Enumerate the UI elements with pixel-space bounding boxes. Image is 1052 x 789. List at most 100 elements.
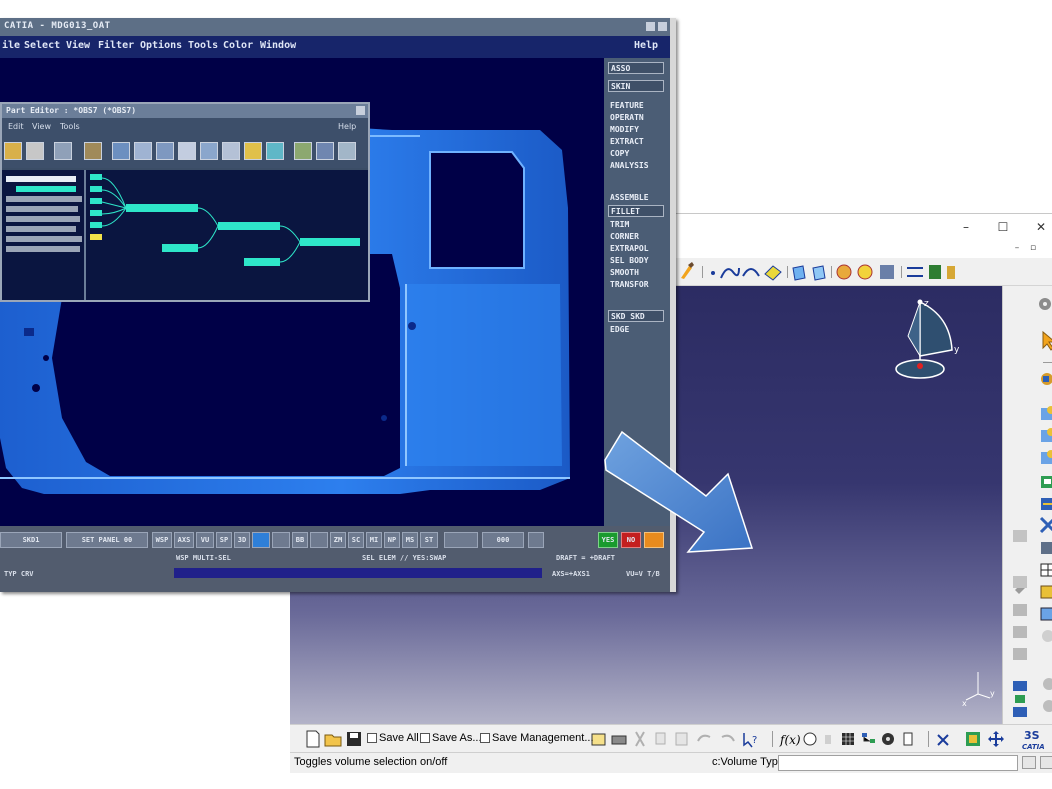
rp-extrapol-button[interactable]: EXTRAPOL [608,243,664,255]
pe-tool-6-icon[interactable] [222,142,240,160]
v4-bb-button[interactable]: BB [292,532,308,548]
rp-assemble-button[interactable]: ASSEMBLE [608,192,664,204]
extrude-icon[interactable] [792,265,806,281]
rp-fillet-button[interactable]: FILLET [608,205,664,217]
hole-icon[interactable] [1041,428,1052,442]
rotate-gray-icon[interactable] [1043,678,1052,690]
v4-ms-button[interactable]: MS [402,532,418,548]
save-management-button[interactable]: Save Management... [492,732,594,744]
catalog-icon[interactable] [1042,630,1052,642]
join-icon[interactable] [836,264,852,280]
maximize-button[interactable]: ☐ [990,217,1016,237]
v4-orange-button[interactable] [644,532,664,548]
status-button-2[interactable] [1040,756,1052,769]
rp-transfor-button[interactable]: TRANSFOR [608,279,664,291]
rib-gray-icon[interactable] [1013,648,1027,660]
surface-icon[interactable] [764,265,782,281]
pe-menu-edit[interactable]: Edit [8,122,24,131]
print-preview-icon[interactable] [591,733,606,746]
fly-mode-icon[interactable] [937,734,949,746]
comment-icon[interactable] [803,732,817,746]
v4-minimize-button[interactable] [646,22,655,31]
menu-help[interactable]: Help [634,40,658,51]
paste-icon[interactable] [675,732,688,746]
v4-set-panel-button[interactable]: SET PANEL 00 [66,532,148,548]
analysis-icon[interactable] [929,265,941,279]
pan-icon[interactable] [988,731,1004,747]
compass-icon[interactable] [895,299,953,379]
save-all-checkbox[interactable] [367,733,377,743]
redo-icon[interactable] [721,734,735,742]
reorder-icon[interactable] [903,732,913,746]
status-button-1[interactable] [1022,756,1036,769]
menu-options[interactable]: Options [140,40,182,51]
v4-mi-button[interactable]: MI [366,532,382,548]
save-all-button[interactable]: Save All [379,732,419,744]
knowledge-icon[interactable] [1040,607,1052,621]
sweep-gray-icon[interactable] [1013,604,1027,616]
ruler-icon[interactable] [947,266,955,279]
loft-gray-icon[interactable] [1013,626,1027,638]
rp-operatn-button[interactable]: OPERATN [608,112,664,124]
v4-move-icon[interactable] [252,532,270,548]
menu-tools[interactable]: Tools [188,40,218,51]
v4-maximize-button[interactable] [658,22,667,31]
gear-icon[interactable] [1039,298,1051,310]
rp-trim-button[interactable]: TRIM [608,219,664,231]
menu-filter[interactable]: Filter [98,40,134,51]
tree-icon[interactable] [862,733,875,743]
save-as-button[interactable]: Save As... [432,732,482,744]
new-file-icon[interactable] [306,730,320,748]
grid-table-icon[interactable] [842,733,854,745]
v4-skd1-button[interactable]: SKD1 [0,532,62,548]
pattern-icon[interactable] [1041,476,1052,488]
pe-tool-3-icon[interactable] [156,142,174,160]
mirror-icon[interactable] [1041,498,1052,510]
pe-tool-1-icon[interactable] [112,142,130,160]
hierarchy-icon[interactable] [1013,681,1027,717]
pe-tool-edit-icon[interactable] [4,142,22,160]
v4-sc-button[interactable]: SC [348,532,364,548]
table-icon[interactable] [1040,563,1052,577]
pe-tool-grid-icon[interactable] [84,142,102,160]
v4-counter[interactable]: 000 [482,532,524,548]
v4-wsp-button[interactable]: WSP [152,532,172,548]
pe-tool-10-icon[interactable] [316,142,334,160]
v4-np-button[interactable]: NP [384,532,400,548]
rp-extract-button[interactable]: EXTRACT [608,136,664,148]
v4-graphics-area[interactable]: Part Editor : *OBS7 (*OBS7) Edit View To… [0,58,604,526]
transform-icon[interactable] [880,265,894,279]
pe-tool-2-icon[interactable] [134,142,152,160]
v4-st-button[interactable]: ST [420,532,438,548]
rp-smooth-button[interactable]: SMOOTH [608,267,664,279]
lock-icon[interactable] [825,735,831,744]
sketch-tools-icon[interactable] [1041,373,1052,385]
v4-blank-box[interactable] [528,532,544,548]
cursor-icon[interactable] [1042,330,1052,351]
open-folder-icon[interactable] [324,734,342,747]
v4-field-box[interactable] [444,532,478,548]
menu-select[interactable]: Select [24,40,60,51]
copy-icon[interactable] [655,732,666,745]
v4-no-button[interactable]: NO [621,532,641,548]
split-icon[interactable] [1039,516,1052,534]
menu-view[interactable]: View [66,40,90,51]
v4-camera-icon[interactable] [310,532,328,548]
heal-icon[interactable] [857,264,873,280]
part-editor-close-button[interactable] [356,106,365,115]
rp-edge-button[interactable]: EDGE [608,324,664,336]
v4-eye-icon[interactable] [272,532,290,548]
rp-modify-button[interactable]: MODIFY [608,124,664,136]
point-icon[interactable] [711,271,715,275]
pe-tool-4-icon[interactable] [178,142,196,160]
command-input[interactable] [778,755,1018,771]
save-as-checkbox[interactable] [420,733,430,743]
pe-menu-help[interactable]: Help [338,122,356,131]
apply-material-icon[interactable] [882,733,894,745]
minimize-button[interactable]: – [953,217,979,237]
measure-icon[interactable] [907,267,923,277]
save-management-checkbox[interactable] [480,733,490,743]
pe-tool-9-icon[interactable] [294,142,312,160]
print-icon[interactable] [611,735,627,745]
rp-skd-button[interactable]: SKD SKD [608,310,664,322]
